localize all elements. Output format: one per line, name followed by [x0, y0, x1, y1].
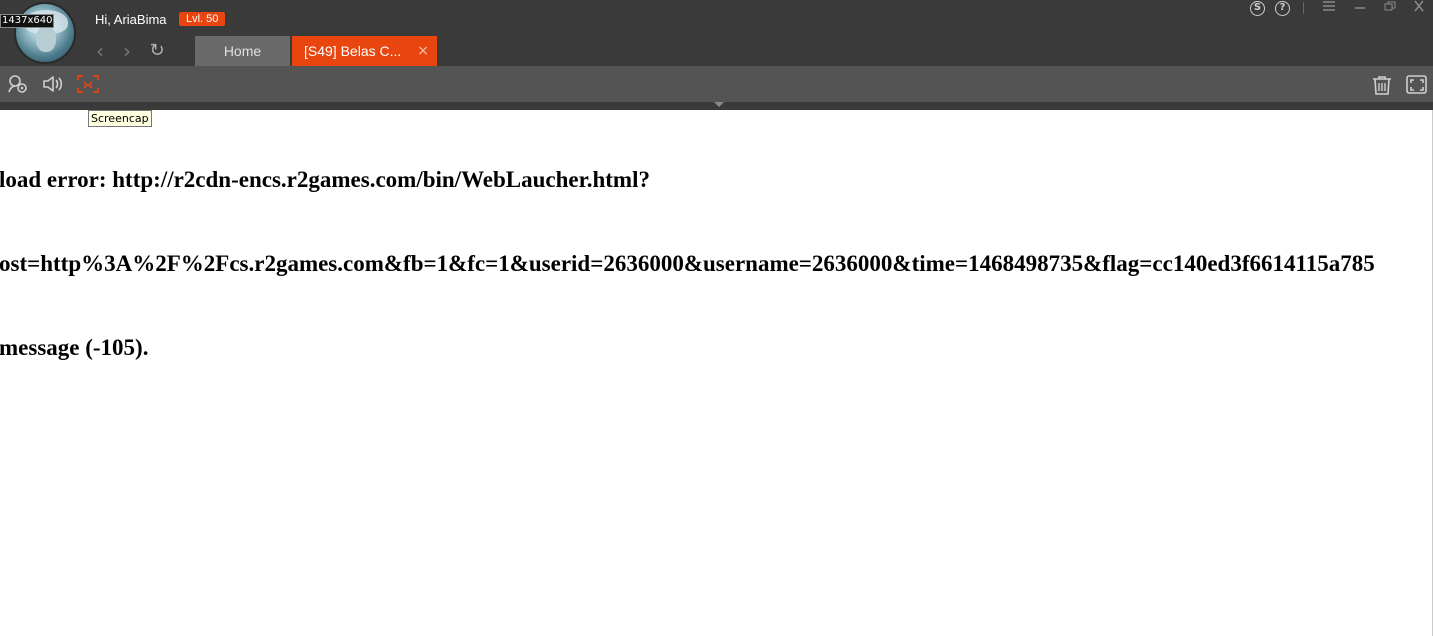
size-badge: 1437x640 — [0, 14, 55, 28]
volume-icon[interactable] — [42, 74, 64, 94]
user-settings-icon[interactable] — [7, 74, 29, 94]
user-greeting: Hi, AriaBima — [95, 12, 167, 27]
tab-home[interactable]: Home — [195, 36, 290, 66]
refresh-icon[interactable]: ↻ — [147, 42, 167, 62]
screencap-icon[interactable] — [77, 74, 99, 94]
avatar-face — [36, 26, 56, 52]
fullscreen-icon[interactable] — [1406, 75, 1428, 95]
minimize-icon[interactable] — [1351, 0, 1369, 16]
title-bar: 1437x640 Hi, AriaBima Lvl. 50 ‹ › ↻ Home… — [0, 0, 1433, 66]
error-line: ost=http%3A%2F%2Fcs.r2games.com&fb=1&fc=… — [0, 251, 1375, 276]
browser-content: load error: http://r2cdn-encs.r2games.co… — [0, 110, 1433, 636]
error-line: message (-105). — [0, 335, 149, 360]
trash-icon[interactable] — [1371, 75, 1393, 95]
back-icon[interactable]: ‹ — [90, 41, 110, 62]
restore-icon[interactable] — [1381, 0, 1399, 16]
avatar[interactable] — [14, 2, 76, 64]
tab-close-icon[interactable]: × — [417, 36, 429, 66]
toolbar — [0, 66, 1433, 102]
caret-down-icon[interactable] — [714, 102, 724, 107]
menu-icon[interactable] — [1320, 0, 1338, 16]
tab-label: Home — [223, 43, 262, 59]
coin-icon[interactable]: S — [1250, 1, 1265, 16]
close-icon[interactable] — [1410, 0, 1428, 16]
divider — [1303, 2, 1304, 14]
help-icon[interactable]: ? — [1275, 1, 1290, 16]
tab-game[interactable]: [S49] Belas C... × — [292, 36, 437, 66]
forward-icon[interactable]: › — [117, 41, 137, 62]
level-badge: Lvl. 50 — [179, 12, 226, 26]
tab-label: [S49] Belas C... — [304, 43, 402, 59]
error-line: load error: http://r2cdn-encs.r2games.co… — [0, 167, 650, 192]
error-message: load error: http://r2cdn-encs.r2games.co… — [0, 110, 1432, 418]
tooltip: Screencap — [88, 110, 152, 127]
